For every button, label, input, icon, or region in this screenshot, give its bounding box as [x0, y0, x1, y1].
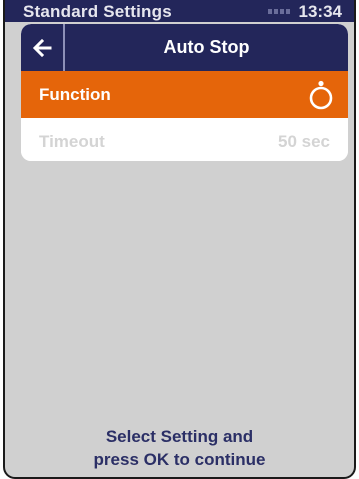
dialog-title: Auto Stop [163, 37, 250, 57]
device-screen: Standard Settings 13:34 Auto Stop Functi… [3, 0, 356, 479]
instruction-line-2: press OK to continue [93, 450, 266, 469]
dialog-header: Auto Stop [21, 24, 348, 71]
timeout-row: Timeout 50 sec [21, 118, 348, 161]
timeout-value: 50 sec [278, 131, 330, 151]
arrow-left-icon [32, 38, 52, 57]
signal-bars-icon [268, 9, 290, 14]
timeout-label: Timeout [39, 131, 105, 151]
auto-stop-dialog: Auto Stop Function Timeout 50 sec [21, 24, 348, 161]
status-time: 13:34 [298, 2, 342, 21]
back-button[interactable] [21, 24, 65, 71]
toggle-circle-icon[interactable] [308, 80, 334, 110]
status-bar: Standard Settings 13:34 [5, 0, 354, 22]
function-row[interactable]: Function [21, 71, 348, 118]
instruction-text: Select Setting and press OK to continue [5, 425, 354, 471]
status-title: Standard Settings [23, 2, 172, 21]
instruction-line-1: Select Setting and [105, 427, 254, 446]
function-label: Function [39, 84, 111, 104]
